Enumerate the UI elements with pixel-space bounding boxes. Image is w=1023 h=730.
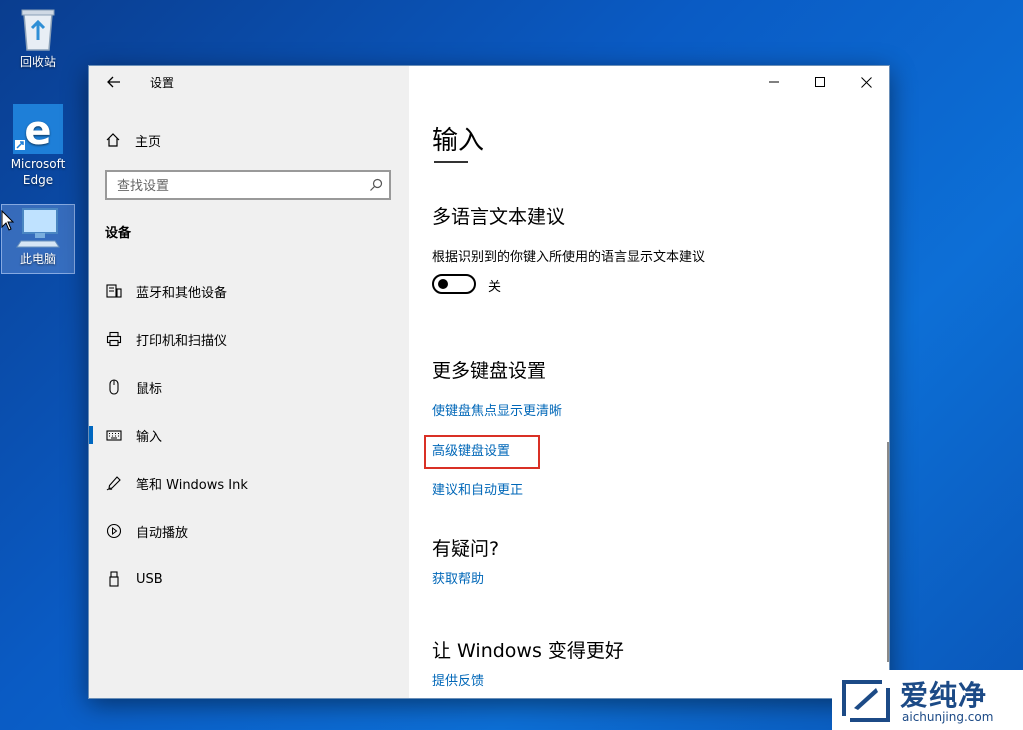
pen-icon (106, 475, 122, 491)
sidebar-item-bluetooth[interactable]: 蓝牙和其他设备 (89, 271, 409, 311)
home-icon (106, 133, 120, 147)
window-controls (751, 66, 889, 98)
maximize-icon (815, 77, 825, 87)
sidebar: 设置 主页 设备 蓝牙和其他设备 (89, 66, 409, 698)
search-icon[interactable] (369, 178, 383, 192)
watermark-logo-icon (842, 680, 890, 722)
sidebar-item-autoplay[interactable]: 自动播放 (89, 511, 409, 551)
minimize-button[interactable] (751, 66, 797, 98)
scrollbar[interactable] (887, 442, 889, 662)
maximize-button[interactable] (797, 66, 843, 98)
app-title: 设置 (150, 76, 175, 90)
search-field[interactable] (105, 170, 391, 200)
sidebar-item-label: 鼠标 (136, 381, 163, 397)
sidebar-item-label: 打印机和扫描仪 (136, 333, 228, 349)
autoplay-icon (106, 523, 122, 539)
search-input[interactable] (107, 172, 369, 200)
desktop-icon-label: Microsoft Edge (10, 157, 66, 187)
sidebar-item-label: 主页 (135, 134, 162, 150)
toggle-state-label: 关 (488, 280, 502, 295)
advanced-keyboard-settings-link[interactable]: 高级键盘设置 (432, 440, 510, 459)
desktop-icon-edge[interactable]: e Microsoft Edge (2, 104, 74, 188)
close-button[interactable] (843, 66, 889, 98)
content-pane: 输入 多语言文本建议 根据识别到的你键入所使用的语言显示文本建议 关 更多键盘设… (409, 66, 889, 698)
multilingual-description: 根据识别到的你键入所使用的语言显示文本建议 (432, 250, 706, 265)
sidebar-item-usb[interactable]: USB (89, 559, 409, 599)
arrow-left-icon (107, 76, 120, 88)
mouse-cursor-icon (1, 210, 15, 231)
recycle-bin-icon (21, 9, 55, 51)
page-title: 输入 (432, 126, 485, 156)
sidebar-item-label: 蓝牙和其他设备 (136, 285, 228, 301)
watermark: 爱纯净 aichunjing.com (832, 670, 1023, 730)
minimize-icon (769, 81, 779, 83)
keyboard-icon (106, 427, 122, 443)
title-underline (434, 161, 468, 163)
sidebar-item-label: 输入 (136, 429, 163, 445)
settings-window: 设置 主页 设备 蓝牙和其他设备 (88, 65, 890, 699)
printer-icon (106, 331, 122, 347)
sidebar-item-typing[interactable]: 输入 (89, 415, 409, 455)
toggle-knob (438, 279, 448, 289)
close-icon (860, 76, 872, 88)
usb-icon (106, 571, 122, 587)
give-feedback-link[interactable]: 提供反馈 (432, 670, 484, 689)
mouse-icon (106, 379, 122, 395)
back-button[interactable] (103, 71, 125, 93)
edge-icon: e (13, 104, 63, 154)
more-keyboard-heading: 更多键盘设置 (432, 360, 547, 382)
svg-text:e: e (24, 108, 51, 154)
sidebar-item-label: 笔和 Windows Ink (136, 477, 248, 493)
sidebar-section-title: 设备 (105, 226, 132, 241)
desktop-icon-label: 此电脑 (19, 252, 56, 266)
sidebar-item-label: USB (136, 571, 163, 587)
get-help-link[interactable]: 获取帮助 (432, 568, 484, 587)
title-bar: 设置 (89, 66, 409, 98)
sidebar-item-printers[interactable]: 打印机和扫描仪 (89, 319, 409, 359)
sidebar-item-pen[interactable]: 笔和 Windows Ink (89, 463, 409, 503)
suggestions-autocorrect-link[interactable]: 建议和自动更正 (432, 479, 523, 498)
watermark-url: aichunjing.com (902, 710, 994, 724)
sidebar-item-home[interactable]: 主页 (105, 128, 161, 152)
questions-heading: 有疑问? (432, 538, 500, 560)
bluetooth-device-icon (106, 283, 122, 299)
sidebar-item-mouse[interactable]: 鼠标 (89, 367, 409, 407)
watermark-brand: 爱纯净 (900, 679, 988, 712)
improve-heading: 让 Windows 变得更好 (432, 640, 624, 662)
sidebar-item-label: 自动播放 (136, 525, 189, 541)
multilingual-toggle[interactable] (432, 274, 476, 294)
desktop-icon-recycle-bin[interactable]: 回收站 (2, 6, 74, 70)
multilingual-heading: 多语言文本建议 (432, 206, 566, 228)
keyboard-focus-link[interactable]: 使键盘焦点显示更清晰 (432, 400, 562, 419)
computer-icon (16, 208, 60, 248)
desktop-icon-label: 回收站 (19, 55, 56, 69)
